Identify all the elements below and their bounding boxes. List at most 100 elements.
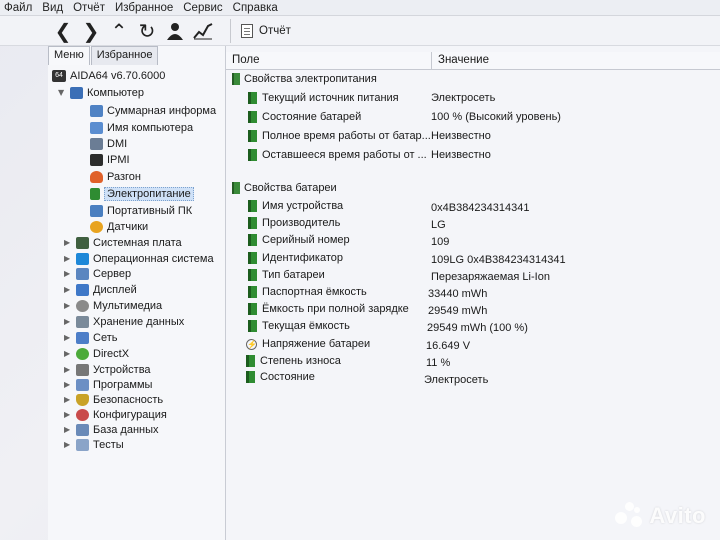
table-row[interactable]: Состояние батарей (248, 109, 361, 125)
expand-icon[interactable]: ▶ (64, 301, 74, 310)
tree-item-computer[interactable]: ▼ Компьютер (58, 85, 144, 100)
directx-icon (76, 347, 89, 360)
tree-item-devices[interactable]: ▶ Устройства (64, 362, 151, 377)
expand-icon[interactable]: ▶ (64, 269, 74, 278)
field-value: 33440 mWh (428, 288, 488, 300)
tree-item-label: DMI (107, 137, 128, 150)
up-button[interactable]: ⌃ (106, 18, 132, 44)
expand-icon[interactable]: ▶ (64, 238, 74, 247)
section-header-battery: Свойства батареи (232, 180, 337, 196)
column-field-header[interactable]: Поле (226, 52, 432, 69)
database-icon (76, 423, 89, 436)
table-row[interactable]: Полное время работы от батар... (248, 128, 431, 144)
chart-icon (193, 22, 213, 39)
menu-report[interactable]: Отчёт (73, 2, 105, 14)
tree-item-dmi[interactable]: DMI (90, 136, 127, 151)
expand-icon[interactable]: ▶ (64, 410, 74, 419)
tree-item-programs[interactable]: ▶ Программы (64, 377, 152, 392)
tree-item-server[interactable]: ▶ Сервер (64, 266, 131, 281)
tab-favorites[interactable]: Избранное (90, 46, 159, 65)
tree-item-security[interactable]: ▶ Безопасность (64, 392, 163, 407)
tree-item-overclock[interactable]: Разгон (90, 169, 141, 184)
tree-item-storage[interactable]: ▶ Хранение данных (64, 314, 184, 329)
tree-item-label: Суммарная информа (107, 104, 217, 117)
expand-icon[interactable]: ▶ (64, 440, 74, 449)
table-row[interactable]: Оставшееся время работы от ... (248, 147, 427, 163)
expand-icon[interactable]: ▶ (64, 285, 74, 294)
table-row[interactable]: Ёмкость при полной зарядке (248, 301, 409, 317)
tab-menu[interactable]: Меню (48, 46, 90, 65)
expand-icon[interactable]: ▶ (64, 333, 74, 342)
battery-icon (248, 92, 257, 104)
tree-item-power[interactable]: Электропитание (90, 186, 194, 201)
menu-view[interactable]: Вид (42, 2, 63, 14)
table-row[interactable]: Тип батареи (248, 267, 325, 283)
tree-item-motherboard[interactable]: ▶ Системная плата (64, 235, 182, 250)
field-label: Серийный номер (262, 234, 350, 246)
menu-service[interactable]: Сервис (183, 2, 222, 14)
tree-item-computer-name[interactable]: Имя компьютера (90, 120, 193, 135)
back-button[interactable]: ❮ (50, 18, 76, 44)
benchmark-button[interactable] (190, 18, 216, 44)
tree-item-portable[interactable]: Портативный ПК (90, 203, 192, 218)
expand-icon[interactable]: ▶ (64, 349, 74, 358)
table-row[interactable]: Степень износа (246, 353, 341, 369)
menu-favorites[interactable]: Избранное (115, 2, 173, 14)
tree-item-label: Портативный ПК (107, 204, 193, 217)
table-row[interactable]: Производитель (248, 215, 340, 231)
tree-item-multimedia[interactable]: ▶ Мультимедиа (64, 298, 162, 313)
table-row[interactable]: Паспортная ёмкость (248, 284, 367, 300)
user-button[interactable] (162, 18, 188, 44)
expand-icon[interactable]: ▶ (64, 425, 74, 434)
refresh-button[interactable]: ↻ (134, 18, 160, 44)
menu-file[interactable]: Файл (4, 2, 32, 14)
tree-item-configuration[interactable]: ▶ Конфигурация (64, 407, 167, 422)
tree-item-app[interactable]: 64 AIDA64 v6.70.6000 (52, 68, 165, 83)
network-icon (76, 331, 89, 344)
tree-item-os[interactable]: ▶ Операционная система (64, 251, 214, 266)
tree-item-display[interactable]: ▶ Дисплей (64, 282, 137, 297)
tree-item-summary[interactable]: Суммарная информа (90, 103, 216, 118)
tree-item-directx[interactable]: ▶ DirectX (64, 346, 129, 361)
tree-item-label: Сеть (93, 331, 118, 344)
field-label: Степень износа (260, 355, 341, 367)
devices-icon (76, 363, 89, 376)
menu-help[interactable]: Справка (233, 2, 278, 14)
menu-bar: Файл Вид Отчёт Избранное Сервис Справка (0, 0, 720, 16)
tree-item-label: Устройства (93, 363, 151, 376)
tree-item-label: Электропитание (104, 186, 194, 201)
expand-icon[interactable]: ▶ (64, 380, 74, 389)
multimedia-icon (76, 299, 89, 312)
tree-item-tests[interactable]: ▶ Тесты (64, 437, 124, 452)
battery-icon (248, 234, 257, 246)
expand-icon[interactable]: ▶ (64, 395, 74, 404)
windows-icon (76, 252, 89, 265)
table-row[interactable]: Состояние (246, 369, 315, 385)
tree-item-network[interactable]: ▶ Сеть (64, 330, 117, 345)
tree-item-sensors[interactable]: Датчики (90, 219, 148, 234)
computer-icon (70, 86, 83, 99)
computer-name-icon (90, 121, 103, 134)
expand-icon[interactable]: ▶ (64, 254, 74, 263)
table-row[interactable]: Идентификатор (248, 250, 343, 266)
report-button[interactable]: Отчёт (241, 23, 291, 38)
tree-item-label: Системная плата (93, 236, 182, 249)
motherboard-icon (76, 236, 89, 249)
field-label: Текущая ёмкость (262, 320, 350, 332)
table-row[interactable]: Серийный номер (248, 232, 350, 248)
shield-icon (76, 393, 89, 406)
column-value-header[interactable]: Значение (432, 52, 489, 69)
collapse-icon[interactable]: ▼ (58, 88, 68, 97)
expand-icon[interactable]: ▶ (64, 317, 74, 326)
forward-button[interactable]: ❯ (78, 18, 104, 44)
battery-icon (248, 269, 257, 281)
tree-item-database[interactable]: ▶ База данных (64, 422, 159, 437)
expand-icon[interactable]: ▶ (64, 365, 74, 374)
table-row[interactable]: ⚡ Напряжение батареи (246, 336, 370, 352)
table-row[interactable]: Текущий источник питания (248, 90, 399, 106)
table-row[interactable]: Текущая ёмкость (248, 318, 350, 334)
battery-icon (248, 303, 257, 315)
tree-item-label: Имя компьютера (107, 121, 194, 134)
tree-item-ipmi[interactable]: IPMI (90, 152, 130, 167)
table-row[interactable]: Имя устройства (248, 198, 343, 214)
